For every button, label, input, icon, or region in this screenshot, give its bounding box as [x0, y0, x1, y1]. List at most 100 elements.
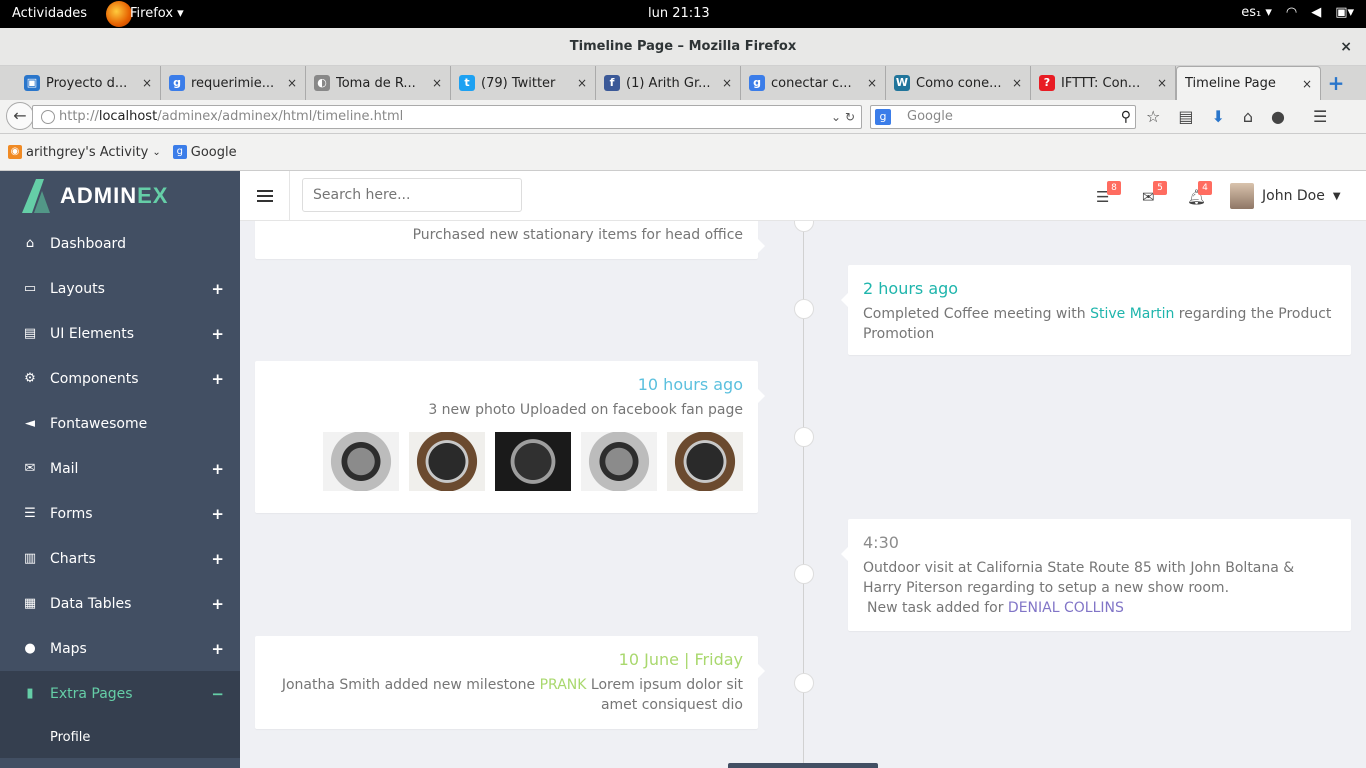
sidebar-item-components[interactable]: ⚙ Components + — [0, 356, 240, 401]
reload-icon[interactable]: ↻ — [845, 110, 855, 124]
tab-close-icon[interactable]: × — [432, 76, 442, 90]
reading-list-icon[interactable]: ▤ — [1178, 107, 1193, 126]
brand-name: ADMINEX — [60, 183, 169, 208]
collapse-icon[interactable]: − — [211, 685, 224, 703]
browser-tab[interactable]: f (1) Arith Gr... × — [596, 66, 741, 100]
timeline-task: New task added for DENIAL COLLINS — [867, 600, 1124, 616]
browser-tab[interactable]: ◐ Toma de R... × — [306, 66, 451, 100]
bookmark-item[interactable]: ◉ arithgrey's Activity ⌄ — [8, 145, 161, 160]
expand-icon[interactable]: + — [211, 460, 224, 478]
browser-tab[interactable]: Timeline Page × — [1176, 66, 1321, 100]
chat-icon[interactable]: ● — [1271, 107, 1285, 126]
menu-icon[interactable]: ☰ — [1313, 107, 1327, 126]
tab-close-icon[interactable]: × — [287, 76, 297, 90]
tab-close-icon[interactable]: × — [722, 76, 732, 90]
person-link[interactable]: Stive Martin — [1090, 306, 1174, 322]
search-bar[interactable]: g Google ⚲ — [870, 105, 1136, 129]
tab-close-icon[interactable]: × — [1302, 77, 1312, 91]
photo-thumbnail[interactable] — [409, 432, 485, 491]
tab-close-icon[interactable]: × — [1012, 76, 1022, 90]
photo-thumbnail[interactable] — [323, 432, 399, 491]
sidebar-item-ui-elements[interactable]: ▤ UI Elements + — [0, 311, 240, 356]
download-icon[interactable]: ⬇ — [1211, 107, 1224, 126]
sidebar-menu: ⌂ Dashboard ▭ Layouts + ▤ UI Elements + ⚙ Compone… — [0, 221, 240, 758]
toggle-sidebar-button[interactable] — [240, 171, 290, 221]
system-top-bar: Actividades Firefox ▾ lun 21:13 es₁ ▾ ◠ … — [0, 0, 1366, 28]
load-more-bar[interactable] — [728, 763, 878, 768]
clock[interactable]: lun 21:13 — [648, 6, 710, 21]
bookmark-item[interactable]: g Google — [172, 145, 237, 160]
bookmark-star-icon[interactable]: ☆ — [1146, 107, 1160, 126]
expand-icon[interactable]: + — [211, 595, 224, 613]
keyboard-layout[interactable]: es₁ ▾ — [1241, 5, 1272, 20]
tasks-notification[interactable]: ☰ 8 — [1096, 181, 1121, 206]
timeline-text: Outdoor visit at California State Route … — [863, 560, 1295, 596]
timeline-text: 3 new photo Uploaded on facebook fan pag… — [428, 402, 743, 418]
expand-icon[interactable]: + — [211, 370, 224, 388]
expand-icon[interactable]: + — [211, 280, 224, 298]
url-scheme: http:// — [59, 109, 99, 124]
milestone-link[interactable]: PRANK — [540, 677, 587, 693]
home-icon[interactable]: ⌂ — [1243, 107, 1253, 126]
browser-tab[interactable]: W Como cone... × — [886, 66, 1031, 100]
browser-tab[interactable]: g requerimie... × — [161, 66, 306, 100]
system-tray[interactable]: es₁ ▾ ◠ ◀ ▣▾ — [1241, 5, 1354, 20]
url-bar[interactable]: http://localhost/adminex/adminex/html/ti… — [32, 105, 862, 129]
tab-close-icon[interactable]: × — [142, 76, 152, 90]
expand-icon[interactable]: + — [211, 325, 224, 343]
browser-tab[interactable]: ? IFTTT: Con... × — [1031, 66, 1176, 100]
sidebar-item-label: UI Elements — [50, 325, 135, 342]
cogs-icon: ⚙ — [24, 371, 36, 386]
photo-thumbnail[interactable] — [581, 432, 657, 491]
sidebar-item-forms[interactable]: ☰ Forms + — [0, 491, 240, 536]
search-icon[interactable]: ⚲ — [1121, 106, 1131, 128]
sidebar-item-mail[interactable]: ✉ Mail + — [0, 446, 240, 491]
expand-icon[interactable]: + — [211, 550, 224, 568]
volume-icon: ◀ — [1311, 5, 1322, 20]
back-button[interactable]: ← — [6, 102, 34, 130]
history-dropdown-icon[interactable]: ⌄ — [831, 110, 841, 124]
window-close-button[interactable]: × — [1340, 28, 1352, 66]
tab-close-icon[interactable]: × — [577, 76, 587, 90]
sidebar-item-data-tables[interactable]: ▦ Data Tables + — [0, 581, 240, 626]
search-input[interactable] — [302, 178, 522, 212]
expand-icon[interactable]: + — [211, 505, 224, 523]
browser-tab[interactable]: g conectar c... × — [741, 66, 886, 100]
google-icon: g — [169, 75, 185, 91]
task-link[interactable]: DENIAL COLLINS — [1008, 600, 1124, 616]
expand-icon[interactable]: + — [211, 640, 224, 658]
user-name: John Doe — [1262, 188, 1325, 204]
sidebar-item-label: Mail — [50, 460, 79, 477]
new-tab-button[interactable]: + — [1321, 66, 1351, 100]
sidebar-item-layouts[interactable]: ▭ Layouts + — [0, 266, 240, 311]
sidebar-item-maps[interactable]: ● Maps + — [0, 626, 240, 671]
user-menu[interactable]: John Doe ▼ — [1230, 183, 1341, 209]
tab-label: IFTTT: Con... — [1061, 75, 1141, 91]
tab-close-icon[interactable]: × — [1157, 76, 1167, 90]
sidebar-subitem-profile[interactable]: Profile — [0, 716, 240, 758]
activities-button[interactable]: Actividades — [12, 6, 87, 21]
sidebar-item-fontawesome[interactable]: ◄ Fontawesome — [0, 401, 240, 446]
sidebar-item-dashboard[interactable]: ⌂ Dashboard — [0, 221, 240, 266]
envelope-icon: ✉ — [24, 461, 36, 476]
timeline-dot — [794, 299, 814, 319]
site-identity-icon[interactable] — [41, 110, 55, 124]
bell-notification[interactable]: 🔔︎ 4 — [1187, 181, 1212, 206]
sidebar: ADMINEX ⌂ Dashboard ▭ Layouts + ▤ UI Elements +… — [0, 171, 240, 768]
sidebar-item-charts[interactable]: ▥ Charts + — [0, 536, 240, 581]
browser-tab[interactable]: t (79) Twitter × — [451, 66, 596, 100]
sidebar-item-label: Maps — [50, 640, 87, 657]
mail-notification[interactable]: ✉ 5 — [1142, 181, 1167, 206]
sidebar-item-label: Data Tables — [50, 595, 132, 612]
search-engine-icon[interactable]: g — [875, 109, 891, 125]
wordpress-icon: W — [894, 75, 910, 91]
app-menu[interactable]: Firefox ▾ — [110, 6, 184, 21]
photo-thumbnail[interactable] — [667, 432, 743, 491]
caret-down-icon: ▼ — [1332, 190, 1341, 202]
tab-close-icon[interactable]: × — [867, 76, 877, 90]
mail-badge: 5 — [1153, 181, 1167, 195]
photo-thumbnail[interactable] — [495, 432, 571, 491]
sidebar-item-extra-pages[interactable]: ▮ Extra Pages − — [0, 671, 240, 716]
brand-logo[interactable]: ADMINEX — [0, 171, 240, 221]
browser-tab[interactable]: ▣ Proyecto d... × — [16, 66, 161, 100]
